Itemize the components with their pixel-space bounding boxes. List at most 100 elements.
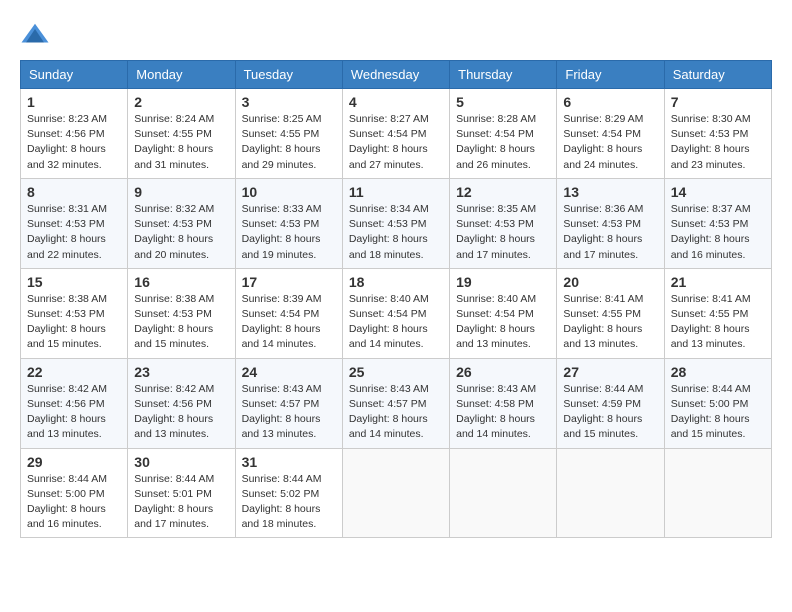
day-number: 30 [134, 454, 228, 470]
column-header-monday: Monday [128, 61, 235, 89]
day-number: 2 [134, 94, 228, 110]
day-number: 4 [349, 94, 443, 110]
calendar-header-row: SundayMondayTuesdayWednesdayThursdayFrid… [21, 61, 772, 89]
calendar-cell: 17 Sunrise: 8:39 AMSunset: 4:54 PMDayligh… [235, 268, 342, 358]
calendar-cell: 9 Sunrise: 8:32 AMSunset: 4:53 PMDaylight… [128, 178, 235, 268]
day-info: Sunrise: 8:44 AMSunset: 4:59 PMDaylight:… [563, 382, 657, 443]
calendar-cell [342, 448, 449, 538]
logo [20, 20, 54, 50]
calendar-cell: 4 Sunrise: 8:27 AMSunset: 4:54 PMDaylight… [342, 89, 449, 179]
day-number: 15 [27, 274, 121, 290]
calendar-cell: 26 Sunrise: 8:43 AMSunset: 4:58 PMDayligh… [450, 358, 557, 448]
day-number: 1 [27, 94, 121, 110]
column-header-thursday: Thursday [450, 61, 557, 89]
day-info: Sunrise: 8:44 AMSunset: 5:02 PMDaylight:… [242, 472, 336, 533]
day-info: Sunrise: 8:43 AMSunset: 4:57 PMDaylight:… [349, 382, 443, 443]
day-info: Sunrise: 8:25 AMSunset: 4:55 PMDaylight:… [242, 112, 336, 173]
day-info: Sunrise: 8:38 AMSunset: 4:53 PMDaylight:… [134, 292, 228, 353]
calendar-cell: 15 Sunrise: 8:38 AMSunset: 4:53 PMDayligh… [21, 268, 128, 358]
calendar-cell: 24 Sunrise: 8:43 AMSunset: 4:57 PMDayligh… [235, 358, 342, 448]
day-number: 12 [456, 184, 550, 200]
day-info: Sunrise: 8:41 AMSunset: 4:55 PMDaylight:… [671, 292, 765, 353]
day-info: Sunrise: 8:39 AMSunset: 4:54 PMDaylight:… [242, 292, 336, 353]
day-info: Sunrise: 8:40 AMSunset: 4:54 PMDaylight:… [349, 292, 443, 353]
day-number: 10 [242, 184, 336, 200]
day-info: Sunrise: 8:28 AMSunset: 4:54 PMDaylight:… [456, 112, 550, 173]
calendar-cell: 2 Sunrise: 8:24 AMSunset: 4:55 PMDaylight… [128, 89, 235, 179]
calendar-cell: 18 Sunrise: 8:40 AMSunset: 4:54 PMDayligh… [342, 268, 449, 358]
day-number: 17 [242, 274, 336, 290]
calendar-cell: 25 Sunrise: 8:43 AMSunset: 4:57 PMDayligh… [342, 358, 449, 448]
calendar-cell: 6 Sunrise: 8:29 AMSunset: 4:54 PMDaylight… [557, 89, 664, 179]
calendar-cell: 31Sunrise: 8:44 AMSunset: 5:02 PMDayligh… [235, 448, 342, 538]
calendar-week-5: 29 Sunrise: 8:44 AMSunset: 5:00 PMDayligh… [21, 448, 772, 538]
day-info: Sunrise: 8:27 AMSunset: 4:54 PMDaylight:… [349, 112, 443, 173]
calendar-cell: 13Sunrise: 8:36 AMSunset: 4:53 PMDayligh… [557, 178, 664, 268]
calendar-cell: 7Sunrise: 8:30 AMSunset: 4:53 PMDaylight… [664, 89, 771, 179]
calendar-table: SundayMondayTuesdayWednesdayThursdayFrid… [20, 60, 772, 538]
calendar-week-1: 1 Sunrise: 8:23 AMSunset: 4:56 PMDaylight… [21, 89, 772, 179]
calendar-cell: 16 Sunrise: 8:38 AMSunset: 4:53 PMDayligh… [128, 268, 235, 358]
day-info: Sunrise: 8:35 AMSunset: 4:53 PMDaylight:… [456, 202, 550, 263]
day-number: 9 [134, 184, 228, 200]
day-info: Sunrise: 8:31 AMSunset: 4:53 PMDaylight:… [27, 202, 121, 263]
calendar-cell: 23 Sunrise: 8:42 AMSunset: 4:56 PMDayligh… [128, 358, 235, 448]
day-number: 6 [563, 94, 657, 110]
calendar-cell: 27Sunrise: 8:44 AMSunset: 4:59 PMDayligh… [557, 358, 664, 448]
day-number: 28 [671, 364, 765, 380]
day-number: 14 [671, 184, 765, 200]
day-number: 3 [242, 94, 336, 110]
day-info: Sunrise: 8:38 AMSunset: 4:53 PMDaylight:… [27, 292, 121, 353]
day-number: 8 [27, 184, 121, 200]
day-info: Sunrise: 8:40 AMSunset: 4:54 PMDaylight:… [456, 292, 550, 353]
day-info: Sunrise: 8:43 AMSunset: 4:58 PMDaylight:… [456, 382, 550, 443]
calendar-cell: 3 Sunrise: 8:25 AMSunset: 4:55 PMDaylight… [235, 89, 342, 179]
calendar-cell: 28 Sunrise: 8:44 AMSunset: 5:00 PMDayligh… [664, 358, 771, 448]
day-number: 21 [671, 274, 765, 290]
day-info: Sunrise: 8:42 AMSunset: 4:56 PMDaylight:… [27, 382, 121, 443]
day-info: Sunrise: 8:24 AMSunset: 4:55 PMDaylight:… [134, 112, 228, 173]
calendar-cell: 5 Sunrise: 8:28 AMSunset: 4:54 PMDaylight… [450, 89, 557, 179]
column-header-wednesday: Wednesday [342, 61, 449, 89]
day-number: 16 [134, 274, 228, 290]
day-number: 20 [563, 274, 657, 290]
calendar-cell: 21 Sunrise: 8:41 AMSunset: 4:55 PMDayligh… [664, 268, 771, 358]
day-info: Sunrise: 8:42 AMSunset: 4:56 PMDaylight:… [134, 382, 228, 443]
day-info: Sunrise: 8:32 AMSunset: 4:53 PMDaylight:… [134, 202, 228, 263]
calendar-week-4: 22 Sunrise: 8:42 AMSunset: 4:56 PMDayligh… [21, 358, 772, 448]
day-number: 26 [456, 364, 550, 380]
day-info: Sunrise: 8:30 AMSunset: 4:53 PMDaylight:… [671, 112, 765, 173]
calendar-cell [557, 448, 664, 538]
calendar-cell: 1 Sunrise: 8:23 AMSunset: 4:56 PMDaylight… [21, 89, 128, 179]
calendar-cell: 10 Sunrise: 8:33 AMSunset: 4:53 PMDayligh… [235, 178, 342, 268]
day-number: 18 [349, 274, 443, 290]
column-header-sunday: Sunday [21, 61, 128, 89]
day-info: Sunrise: 8:41 AMSunset: 4:55 PMDaylight:… [563, 292, 657, 353]
day-number: 24 [242, 364, 336, 380]
calendar-week-3: 15 Sunrise: 8:38 AMSunset: 4:53 PMDayligh… [21, 268, 772, 358]
calendar-week-2: 8 Sunrise: 8:31 AMSunset: 4:53 PMDaylight… [21, 178, 772, 268]
day-info: Sunrise: 8:29 AMSunset: 4:54 PMDaylight:… [563, 112, 657, 173]
day-info: Sunrise: 8:33 AMSunset: 4:53 PMDaylight:… [242, 202, 336, 263]
day-info: Sunrise: 8:23 AMSunset: 4:56 PMDaylight:… [27, 112, 121, 173]
day-number: 29 [27, 454, 121, 470]
logo-icon [20, 20, 50, 50]
day-number: 19 [456, 274, 550, 290]
calendar-cell: 20 Sunrise: 8:41 AMSunset: 4:55 PMDayligh… [557, 268, 664, 358]
day-info: Sunrise: 8:44 AMSunset: 5:00 PMDaylight:… [27, 472, 121, 533]
calendar-cell: 29 Sunrise: 8:44 AMSunset: 5:00 PMDayligh… [21, 448, 128, 538]
column-header-friday: Friday [557, 61, 664, 89]
calendar-cell: 30 Sunrise: 8:44 AMSunset: 5:01 PMDayligh… [128, 448, 235, 538]
page-header [20, 20, 772, 50]
day-number: 22 [27, 364, 121, 380]
day-info: Sunrise: 8:44 AMSunset: 5:01 PMDaylight:… [134, 472, 228, 533]
day-info: Sunrise: 8:34 AMSunset: 4:53 PMDaylight:… [349, 202, 443, 263]
day-info: Sunrise: 8:44 AMSunset: 5:00 PMDaylight:… [671, 382, 765, 443]
day-number: 23 [134, 364, 228, 380]
calendar-cell: 11 Sunrise: 8:34 AMSunset: 4:53 PMDayligh… [342, 178, 449, 268]
day-number: 25 [349, 364, 443, 380]
day-info: Sunrise: 8:43 AMSunset: 4:57 PMDaylight:… [242, 382, 336, 443]
calendar-cell [664, 448, 771, 538]
day-number: 11 [349, 184, 443, 200]
day-number: 5 [456, 94, 550, 110]
